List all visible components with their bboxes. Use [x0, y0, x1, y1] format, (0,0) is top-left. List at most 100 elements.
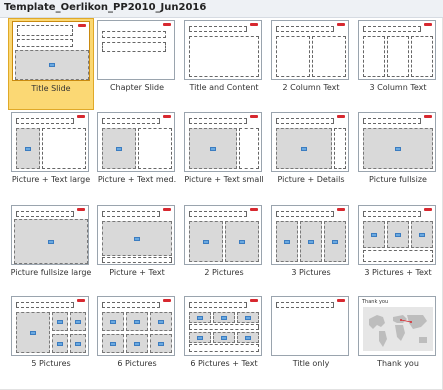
- layout-three-pics-text[interactable]: 3 Pictures + Text: [355, 203, 441, 295]
- layout-pic-text-small[interactable]: Picture + Text small: [181, 110, 267, 202]
- picture-placeholder: [16, 312, 50, 353]
- logo-icon: [163, 23, 171, 26]
- layout-thumbnail: [97, 296, 175, 356]
- layout-label: Picture + Text: [109, 268, 165, 277]
- text-placeholder: [102, 257, 172, 263]
- logo-icon: [250, 115, 258, 118]
- picture-placeholder: [102, 312, 124, 331]
- text-placeholder: [189, 344, 259, 352]
- layout-pic-full[interactable]: Picture fullsize: [355, 110, 441, 202]
- logo-icon: [163, 299, 171, 302]
- layout-pic-details[interactable]: Picture + Details: [268, 110, 354, 202]
- picture-placeholder: [189, 221, 223, 262]
- layout-label: 3 Pictures + Text: [364, 268, 432, 277]
- picture-placeholder: [213, 332, 235, 343]
- logo-icon: [337, 115, 345, 118]
- picture-placeholder: [16, 128, 40, 169]
- layout-label: 6 Pictures + Text: [190, 359, 258, 368]
- picture-placeholder: [189, 332, 211, 343]
- layout-thumbnail: [184, 205, 262, 265]
- layout-label: Picture fullsize: [369, 175, 427, 184]
- layout-label: Title only: [292, 359, 330, 368]
- picture-placeholder: [102, 128, 136, 169]
- text-placeholder: [189, 36, 259, 77]
- layout-thumbnail: [271, 296, 349, 356]
- layout-six-pics[interactable]: 6 Pictures: [94, 294, 180, 386]
- layout-title-content[interactable]: Title and Content: [181, 18, 267, 110]
- layout-three-col[interactable]: 3 Column Text: [355, 18, 441, 110]
- logo-icon: [424, 115, 432, 118]
- layout-thumbnail: [11, 112, 89, 172]
- logo-icon: [424, 23, 432, 26]
- logo-icon: [163, 115, 171, 118]
- layout-pic-text[interactable]: Picture + Text: [94, 203, 180, 295]
- text-placeholder: [102, 211, 160, 217]
- picture-placeholder: [126, 312, 148, 331]
- layout-thumbnail: [184, 296, 262, 356]
- layout-thumbnail: [271, 205, 349, 265]
- layout-chapter-slide[interactable]: Chapter Slide: [94, 18, 180, 110]
- layout-thumbnail: [271, 112, 349, 172]
- layout-thumbnail: [97, 112, 175, 172]
- text-placeholder: [276, 302, 334, 308]
- layout-pic-full-large[interactable]: Picture fullsize large: [8, 203, 94, 295]
- logo-icon: [250, 23, 258, 26]
- layout-label: 2 Column Text: [282, 83, 340, 92]
- picture-placeholder: [213, 312, 235, 323]
- picture-placeholder: [70, 312, 86, 331]
- layout-pic-text-med[interactable]: Picture + Text med.: [94, 110, 180, 202]
- text-placeholder: [239, 128, 259, 169]
- layout-label: Title Slide: [31, 84, 71, 93]
- text-placeholder: [276, 26, 334, 32]
- text-placeholder: [363, 36, 385, 77]
- logo-icon: [337, 208, 345, 211]
- picture-placeholder: [363, 128, 433, 169]
- layout-title-only[interactable]: Title only: [268, 294, 354, 386]
- picture-placeholder: [300, 221, 322, 262]
- layout-thumbnail: [358, 205, 436, 265]
- text-placeholder: [363, 211, 421, 217]
- logo-icon: [250, 208, 258, 211]
- logo-icon: [77, 208, 85, 211]
- text-placeholder: [276, 211, 334, 217]
- layout-thumbnail: [97, 20, 175, 80]
- text-placeholder: [102, 118, 160, 124]
- text-placeholder: [102, 31, 166, 38]
- layout-two-col[interactable]: 2 Column Text: [268, 18, 354, 110]
- text-placeholder: [16, 302, 74, 308]
- logo-icon: [78, 24, 86, 27]
- layout-two-pics[interactable]: 2 Pictures: [181, 203, 267, 295]
- text-placeholder: [312, 36, 346, 77]
- text-placeholder: [387, 36, 409, 77]
- picture-placeholder: [411, 221, 433, 248]
- text-placeholder: [102, 42, 166, 52]
- text-placeholder: [138, 128, 172, 169]
- text-placeholder: [42, 128, 86, 169]
- text-placeholder: [363, 250, 433, 262]
- text-placeholder: [334, 128, 346, 169]
- layout-pic-text-large[interactable]: Picture + Text large: [8, 110, 94, 202]
- text-placeholder: [16, 118, 74, 124]
- logo-icon: [337, 23, 345, 26]
- picture-placeholder: [324, 221, 346, 262]
- picture-placeholder: [363, 221, 385, 248]
- layout-label: Picture fullsize large: [10, 268, 92, 277]
- layout-six-pics-text[interactable]: 6 Pictures + Text: [181, 294, 267, 386]
- layout-thumbnail: [184, 112, 262, 172]
- layout-title-slide[interactable]: Title Slide: [8, 18, 94, 110]
- text-placeholder: [189, 26, 247, 32]
- layout-thumbnail: [358, 20, 436, 80]
- layout-thank-you[interactable]: Thank you Thank you: [355, 294, 441, 386]
- logo-icon: [77, 299, 85, 302]
- layout-five-pics[interactable]: 5 Pictures: [8, 294, 94, 386]
- layout-label: 2 Pictures: [204, 268, 244, 277]
- text-placeholder: [363, 118, 421, 124]
- picture-placeholder: [237, 332, 259, 343]
- text-placeholder: [16, 211, 74, 217]
- layout-three-pics[interactable]: 3 Pictures: [268, 203, 354, 295]
- text-placeholder: [17, 25, 73, 36]
- picture-placeholder: [189, 128, 237, 169]
- picture-placeholder: [126, 334, 148, 353]
- layout-label: Picture + Details: [277, 175, 345, 184]
- world-map-icon: [363, 307, 433, 351]
